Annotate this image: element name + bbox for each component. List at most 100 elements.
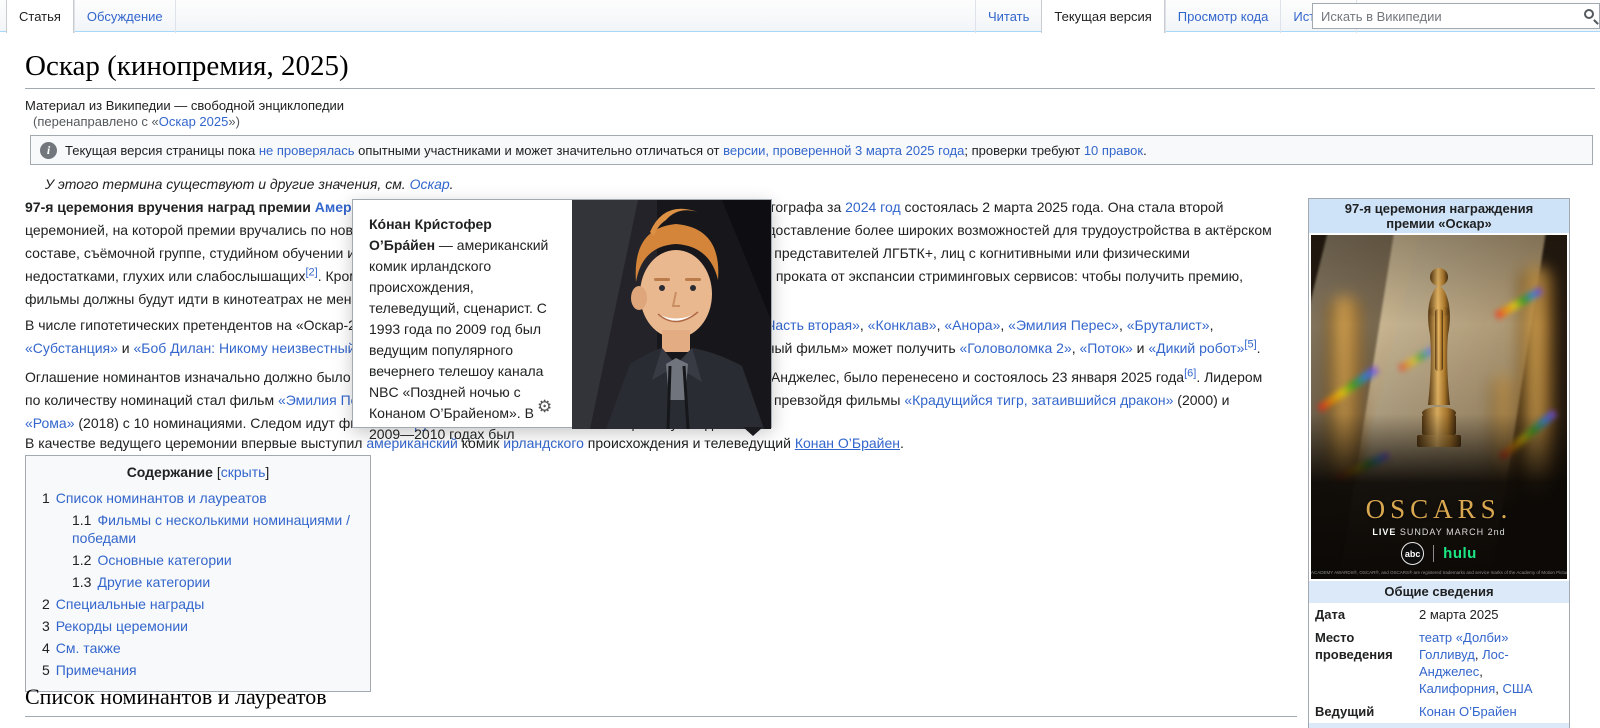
text-link[interactable]: театр «Долби» [1419, 630, 1508, 645]
text-link[interactable]: «Рома» [25, 415, 75, 431]
text-span: (2000) и [1173, 392, 1229, 408]
text-link[interactable]: 10 правок [1084, 143, 1143, 158]
toc-number: 1.1 [72, 512, 91, 528]
hatnote: У этого термина существуют и другие знач… [45, 176, 454, 192]
infobox-rows: Общие сведенияДата2 марта 2025Место пров… [1309, 581, 1569, 728]
page-title: Оскар (кинопремия, 2025) [25, 50, 1595, 89]
toc-link[interactable]: Фильмы с несколькими номинациями / побед… [72, 512, 350, 546]
poster-live-line: LIVE SUNDAY MARCH 2nd [1311, 527, 1567, 537]
infobox-row-label: Дата [1315, 606, 1419, 623]
info-icon: i [40, 142, 57, 159]
paragraph-4: В качестве ведущего церемонии впервые вы… [25, 432, 1277, 455]
footnote-sup: [2] [305, 266, 317, 278]
poster-branding: OSCARS. LIVE SUNDAY MARCH 2nd abc hulu A… [1311, 494, 1567, 575]
tab-current-version-label: Текущая версия [1054, 9, 1151, 24]
banner-text: Текущая версия страницы пока не проверял… [65, 143, 1147, 158]
infobox-section-header: Награды [1309, 723, 1569, 728]
text-link[interactable]: «Субстанция» [25, 340, 118, 356]
toc-number: 3 [42, 618, 50, 634]
infobox-title: 97-я церемония награждения премии «Оскар… [1309, 199, 1569, 233]
tab-read[interactable]: Читать [975, 0, 1041, 33]
toc-link[interactable]: Специальные награды [56, 596, 204, 612]
text-link[interactable]: не проверялась [259, 143, 355, 158]
tab-talk[interactable]: Обсуждение [74, 0, 176, 33]
text-link[interactable]: «Поток» [1079, 340, 1132, 356]
text-link[interactable]: «Конклав» [868, 317, 937, 333]
text-link[interactable]: Калифорния [1419, 681, 1495, 696]
text-span: . [1257, 340, 1261, 356]
left-tabs: Статья Обсуждение [6, 0, 176, 33]
text-span: 97-я церемония вручения наград премии [25, 199, 315, 215]
footnote-ref[interactable]: [2] [305, 266, 317, 278]
popup-portrait-image [572, 200, 771, 429]
text-link[interactable]: «Эмилия Перес» [1008, 317, 1119, 333]
toc-list: 1Список номинантов и лауреатов 1.1Фильмы … [36, 487, 360, 681]
network-logos: abc hulu [1311, 542, 1567, 565]
infobox-poster-image[interactable]: OSCARS. LIVE SUNDAY MARCH 2nd abc hulu A… [1311, 235, 1567, 579]
popup-settings-gear-icon[interactable]: ⚙ [537, 398, 552, 415]
tab-talk-label: Обсуждение [87, 9, 163, 24]
right-tabs: ЧитатьТекущая версияПросмотр кодаИстория [975, 0, 1357, 33]
text-link[interactable]: Голливуд [1419, 647, 1475, 662]
toc-link[interactable]: Другие категории [97, 574, 210, 590]
text-link[interactable]: ирландского [503, 435, 584, 451]
text-link[interactable]: 2024 год [845, 199, 900, 215]
toc-item: 1Список номинантов и лауреатов [36, 487, 360, 509]
tab-article[interactable]: Статья [6, 0, 74, 33]
text-link[interactable]: Конан О’Брайен [795, 435, 900, 451]
text-span: . [900, 435, 904, 451]
footnote-sup: [5] [1244, 338, 1256, 350]
text-link[interactable]: Конан О’Брайен [1419, 704, 1517, 719]
search-box [1312, 3, 1600, 29]
pending-changes-banner: i Текущая версия страницы пока не провер… [30, 135, 1593, 165]
text-link[interactable]: США [1503, 681, 1533, 696]
text-link[interactable]: версии, проверенной 3 марта 2025 года [723, 143, 964, 158]
toc-number: 5 [42, 662, 50, 678]
toc-link[interactable]: Примечания [56, 662, 137, 678]
tab-view-source[interactable]: Просмотр кода [1165, 0, 1281, 33]
infobox-row-value: 2 марта 2025 [1419, 606, 1563, 623]
text-link[interactable]: Оскар 2025 [159, 114, 229, 129]
toc-heading: Содержание [127, 464, 213, 480]
text-link[interactable]: «Дикий робот» [1148, 340, 1244, 356]
toc-link[interactable]: Рекорды церемонии [56, 618, 188, 634]
text-link[interactable]: «Бруталист» [1127, 317, 1210, 333]
text-span: У этого термина существуют и другие знач… [45, 176, 410, 192]
toc-number: 2 [42, 596, 50, 612]
oscars-wordmark: OSCARS. [1311, 494, 1567, 525]
hulu-logo: hulu [1443, 545, 1477, 562]
tab-article-label: Статья [19, 9, 61, 24]
toc-item: 1.3 Другие категории [36, 571, 360, 593]
popup-pointer-caret [743, 427, 763, 436]
abc-logo: abc [1401, 542, 1424, 565]
footnote-sup: [6] [1184, 367, 1196, 379]
infobox-row: Дата2 марта 2025 [1309, 603, 1569, 626]
toc-link[interactable]: Список номинантов и лауреатов [56, 490, 267, 506]
text-link[interactable]: Оскар [410, 176, 450, 192]
table-of-contents: Содержание [скрыть] 1Список номинантов и… [25, 455, 371, 692]
toc-number: 1.3 [72, 574, 91, 590]
tab-current-version[interactable]: Текущая версия [1041, 0, 1164, 33]
footnote-ref[interactable]: [6] [1184, 367, 1196, 379]
toc-link[interactable]: См. также [56, 640, 121, 656]
text-span: опытными участниками и может значительно… [355, 143, 724, 158]
search-input[interactable] [1312, 3, 1600, 29]
poster-fineprint: ACADEMY AWARDS®, OSCAR®, and OSCARS® are… [1311, 570, 1567, 575]
text-link[interactable]: «Крадущийся тигр, затаившийся дракон» [904, 392, 1173, 408]
text-span: , [1495, 681, 1502, 696]
footnote-ref[interactable]: [5] [1244, 338, 1256, 350]
text-link[interactable]: «Боб Дилан: Никому неизвестный» [134, 340, 364, 356]
conan-obrien-portrait [572, 200, 771, 429]
search-icon[interactable] [1584, 9, 1594, 19]
logo-divider [1433, 545, 1434, 562]
infobox-row-label: Ведущий [1315, 703, 1419, 720]
toc-link[interactable]: Основные категории [97, 552, 231, 568]
toc-item: 4См. также [36, 637, 360, 659]
toc-hide-toggle[interactable]: скрыть [221, 464, 266, 480]
infobox-section-header: Общие сведения [1309, 581, 1569, 603]
toc-title: Содержание [скрыть] [36, 464, 360, 480]
text-link[interactable]: «Головоломка 2» [960, 340, 1072, 356]
text-span: В качестве ведущего церемонии впервые вы… [25, 435, 366, 451]
text-link[interactable]: «Анора» [944, 317, 1000, 333]
toc-item: 5 Примечания [36, 659, 360, 681]
